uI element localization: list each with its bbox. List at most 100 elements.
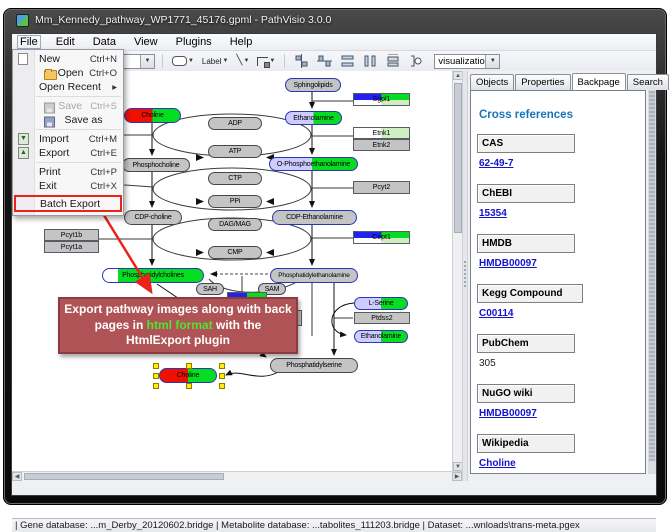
- node-sphingolipids[interactable]: Sphingolipids: [285, 78, 341, 92]
- selection-handle[interactable]: [153, 363, 159, 369]
- xref-title: PubChem: [477, 334, 575, 353]
- panel-scrollbar[interactable]: [648, 90, 656, 474]
- node-choline-2[interactable]: Choline: [159, 368, 217, 383]
- stack-horizontal-button[interactable]: [361, 53, 380, 69]
- menu-plugins[interactable]: Plugins: [174, 36, 214, 48]
- tab-search[interactable]: Search: [627, 74, 669, 90]
- node-cdp-ethanolamine[interactable]: CDP-Ethanolamine: [272, 210, 357, 225]
- annotation-callout[interactable]: Export pathway images along with back pa…: [58, 297, 298, 354]
- node-cdp-choline[interactable]: CDP-choline: [124, 210, 182, 225]
- menu-edit[interactable]: Edit: [54, 36, 77, 48]
- gene-pcyt1a[interactable]: Pcyt1a: [44, 241, 99, 253]
- file-menu-open[interactable]: Open Ctrl+O: [13, 66, 123, 80]
- selection-handle[interactable]: [186, 383, 192, 389]
- gene-pcyt2[interactable]: Pcyt2: [353, 181, 410, 194]
- save-icon: [44, 102, 55, 113]
- scroll-left-icon[interactable]: ◀: [12, 472, 22, 481]
- chevron-down-icon[interactable]: ▼: [485, 55, 499, 68]
- xref-link[interactable]: Choline: [479, 458, 516, 469]
- node-choline[interactable]: Choline: [124, 108, 181, 123]
- node-o-phosphoethanolamine[interactable]: O-Phosphoethanolamine: [269, 157, 358, 171]
- annotation-line2-highlight: html format: [147, 318, 213, 332]
- file-menu-batch-export[interactable]: Batch Export: [14, 195, 122, 212]
- xref-section-hmdb: HMDB HMDB00097: [477, 234, 639, 271]
- menu-item-label: Import: [39, 133, 69, 145]
- scroll-right-icon[interactable]: ▶: [452, 472, 462, 481]
- scrollbar-thumb[interactable]: [454, 83, 462, 233]
- scrollbar-thumb[interactable]: [649, 91, 655, 461]
- file-menu-print[interactable]: Print Ctrl+P: [13, 165, 123, 179]
- tab-objects[interactable]: Objects: [470, 74, 514, 90]
- selection-handle[interactable]: [219, 383, 225, 389]
- node-ethanolamine-2[interactable]: Ethanolamine: [354, 330, 408, 343]
- common-height-button[interactable]: [407, 53, 426, 69]
- selection-handle[interactable]: [153, 383, 159, 389]
- common-width-button[interactable]: [384, 53, 403, 69]
- menu-help[interactable]: Help: [228, 36, 255, 48]
- app-icon[interactable]: [16, 14, 29, 27]
- xref-link[interactable]: 62-49-7: [479, 158, 513, 169]
- menu-view[interactable]: View: [132, 36, 160, 48]
- xref-link[interactable]: 15354: [479, 208, 507, 219]
- node-ctp[interactable]: CTP: [208, 172, 262, 185]
- tab-backpage[interactable]: Backpage: [572, 73, 626, 90]
- gene-sgpl1[interactable]: Sgpl1: [353, 93, 410, 106]
- file-menu-new[interactable]: New Ctrl+N: [13, 52, 123, 66]
- file-menu-import[interactable]: ▼ Import Ctrl+M: [13, 132, 123, 146]
- gene-ptdss2[interactable]: Ptdss2: [354, 312, 410, 324]
- file-menu-save[interactable]: Save Ctrl+S: [13, 99, 123, 113]
- menu-separator: [36, 162, 121, 163]
- menu-data[interactable]: Data: [91, 36, 118, 48]
- xref-link[interactable]: HMDB00097: [479, 408, 537, 419]
- node-adp[interactable]: ADP: [208, 117, 262, 130]
- gene-pcyt1b[interactable]: Pcyt1b: [44, 229, 99, 241]
- visualization-combobox[interactable]: visualization ▼: [434, 54, 500, 69]
- xref-link[interactable]: C00114: [479, 308, 513, 319]
- align-center-button[interactable]: [292, 53, 311, 69]
- menu-file[interactable]: File: [18, 36, 40, 48]
- node-phosphatidylserine[interactable]: Phosphatidylserine: [270, 358, 358, 373]
- selection-handle[interactable]: [186, 363, 192, 369]
- file-menu-exit[interactable]: Exit Ctrl+X: [13, 179, 123, 193]
- node-l-serine[interactable]: L-Serine: [354, 297, 408, 310]
- export-icon: ▲: [18, 147, 29, 159]
- common-width-icon: [386, 54, 401, 68]
- node-phosphatidylethanolamine[interactable]: Phosphatidylethanolamine: [270, 268, 358, 283]
- menu-shortcut: Ctrl+E: [90, 148, 117, 159]
- chevron-down-icon: ▼: [222, 58, 228, 64]
- label-tool[interactable]: Label ▼: [200, 53, 231, 69]
- align-middle-button[interactable]: [315, 53, 334, 69]
- node-phosphatidylcholines[interactable]: Phosphatidylcholines: [102, 268, 204, 283]
- canvas-horizontal-scrollbar[interactable]: ◀ ▶: [12, 471, 462, 481]
- node-dag-mag[interactable]: DAG/MAG: [208, 218, 262, 231]
- stack-vertical-button[interactable]: [338, 53, 357, 69]
- gene-cept1[interactable]: Cept1: [353, 231, 410, 244]
- annotation-line2: pages in html format with the: [60, 318, 296, 334]
- gene-datanode-tool[interactable]: ▼: [170, 53, 196, 69]
- node-atp[interactable]: ATP: [208, 145, 262, 158]
- gene-etnk1[interactable]: Etnk1: [353, 127, 410, 139]
- node-ethanolamine[interactable]: Ethanolamine: [285, 111, 342, 125]
- gene-etnk2[interactable]: Etnk2: [353, 139, 410, 151]
- xref-link[interactable]: HMDB00097: [479, 258, 537, 269]
- node-ppi[interactable]: PPi: [208, 195, 262, 208]
- elbow-connector-tool[interactable]: ▼: [255, 53, 277, 69]
- file-menu-save-as[interactable]: Save as: [13, 113, 123, 127]
- selection-handle[interactable]: [153, 373, 159, 379]
- line-tool[interactable]: ╲ ▼: [234, 53, 251, 69]
- status-bar: | Gene database: ...m_Derby_20120602.bri…: [12, 518, 656, 532]
- file-menu-open-recent[interactable]: Open Recent ▸: [13, 80, 123, 94]
- chevron-down-icon[interactable]: ▼: [140, 55, 154, 68]
- scrollbar-thumb[interactable]: [24, 473, 224, 480]
- node-phosphocholine[interactable]: Phosphocholine: [122, 158, 190, 172]
- toolbar-separator: [284, 54, 285, 68]
- selected-node-choline[interactable]: Choline: [153, 363, 225, 389]
- node-sah[interactable]: SAH: [196, 283, 224, 295]
- node-cmp[interactable]: CMP: [208, 246, 262, 259]
- title-bar[interactable]: Mm_Kennedy_pathway_WP1771_45176.gpml - P…: [4, 9, 666, 31]
- selection-handle[interactable]: [219, 373, 225, 379]
- tab-properties[interactable]: Properties: [515, 74, 570, 90]
- file-menu-export[interactable]: ▲ Export Ctrl+E: [13, 146, 123, 160]
- selection-handle[interactable]: [219, 363, 225, 369]
- xref-title: NuGO wiki: [477, 384, 575, 403]
